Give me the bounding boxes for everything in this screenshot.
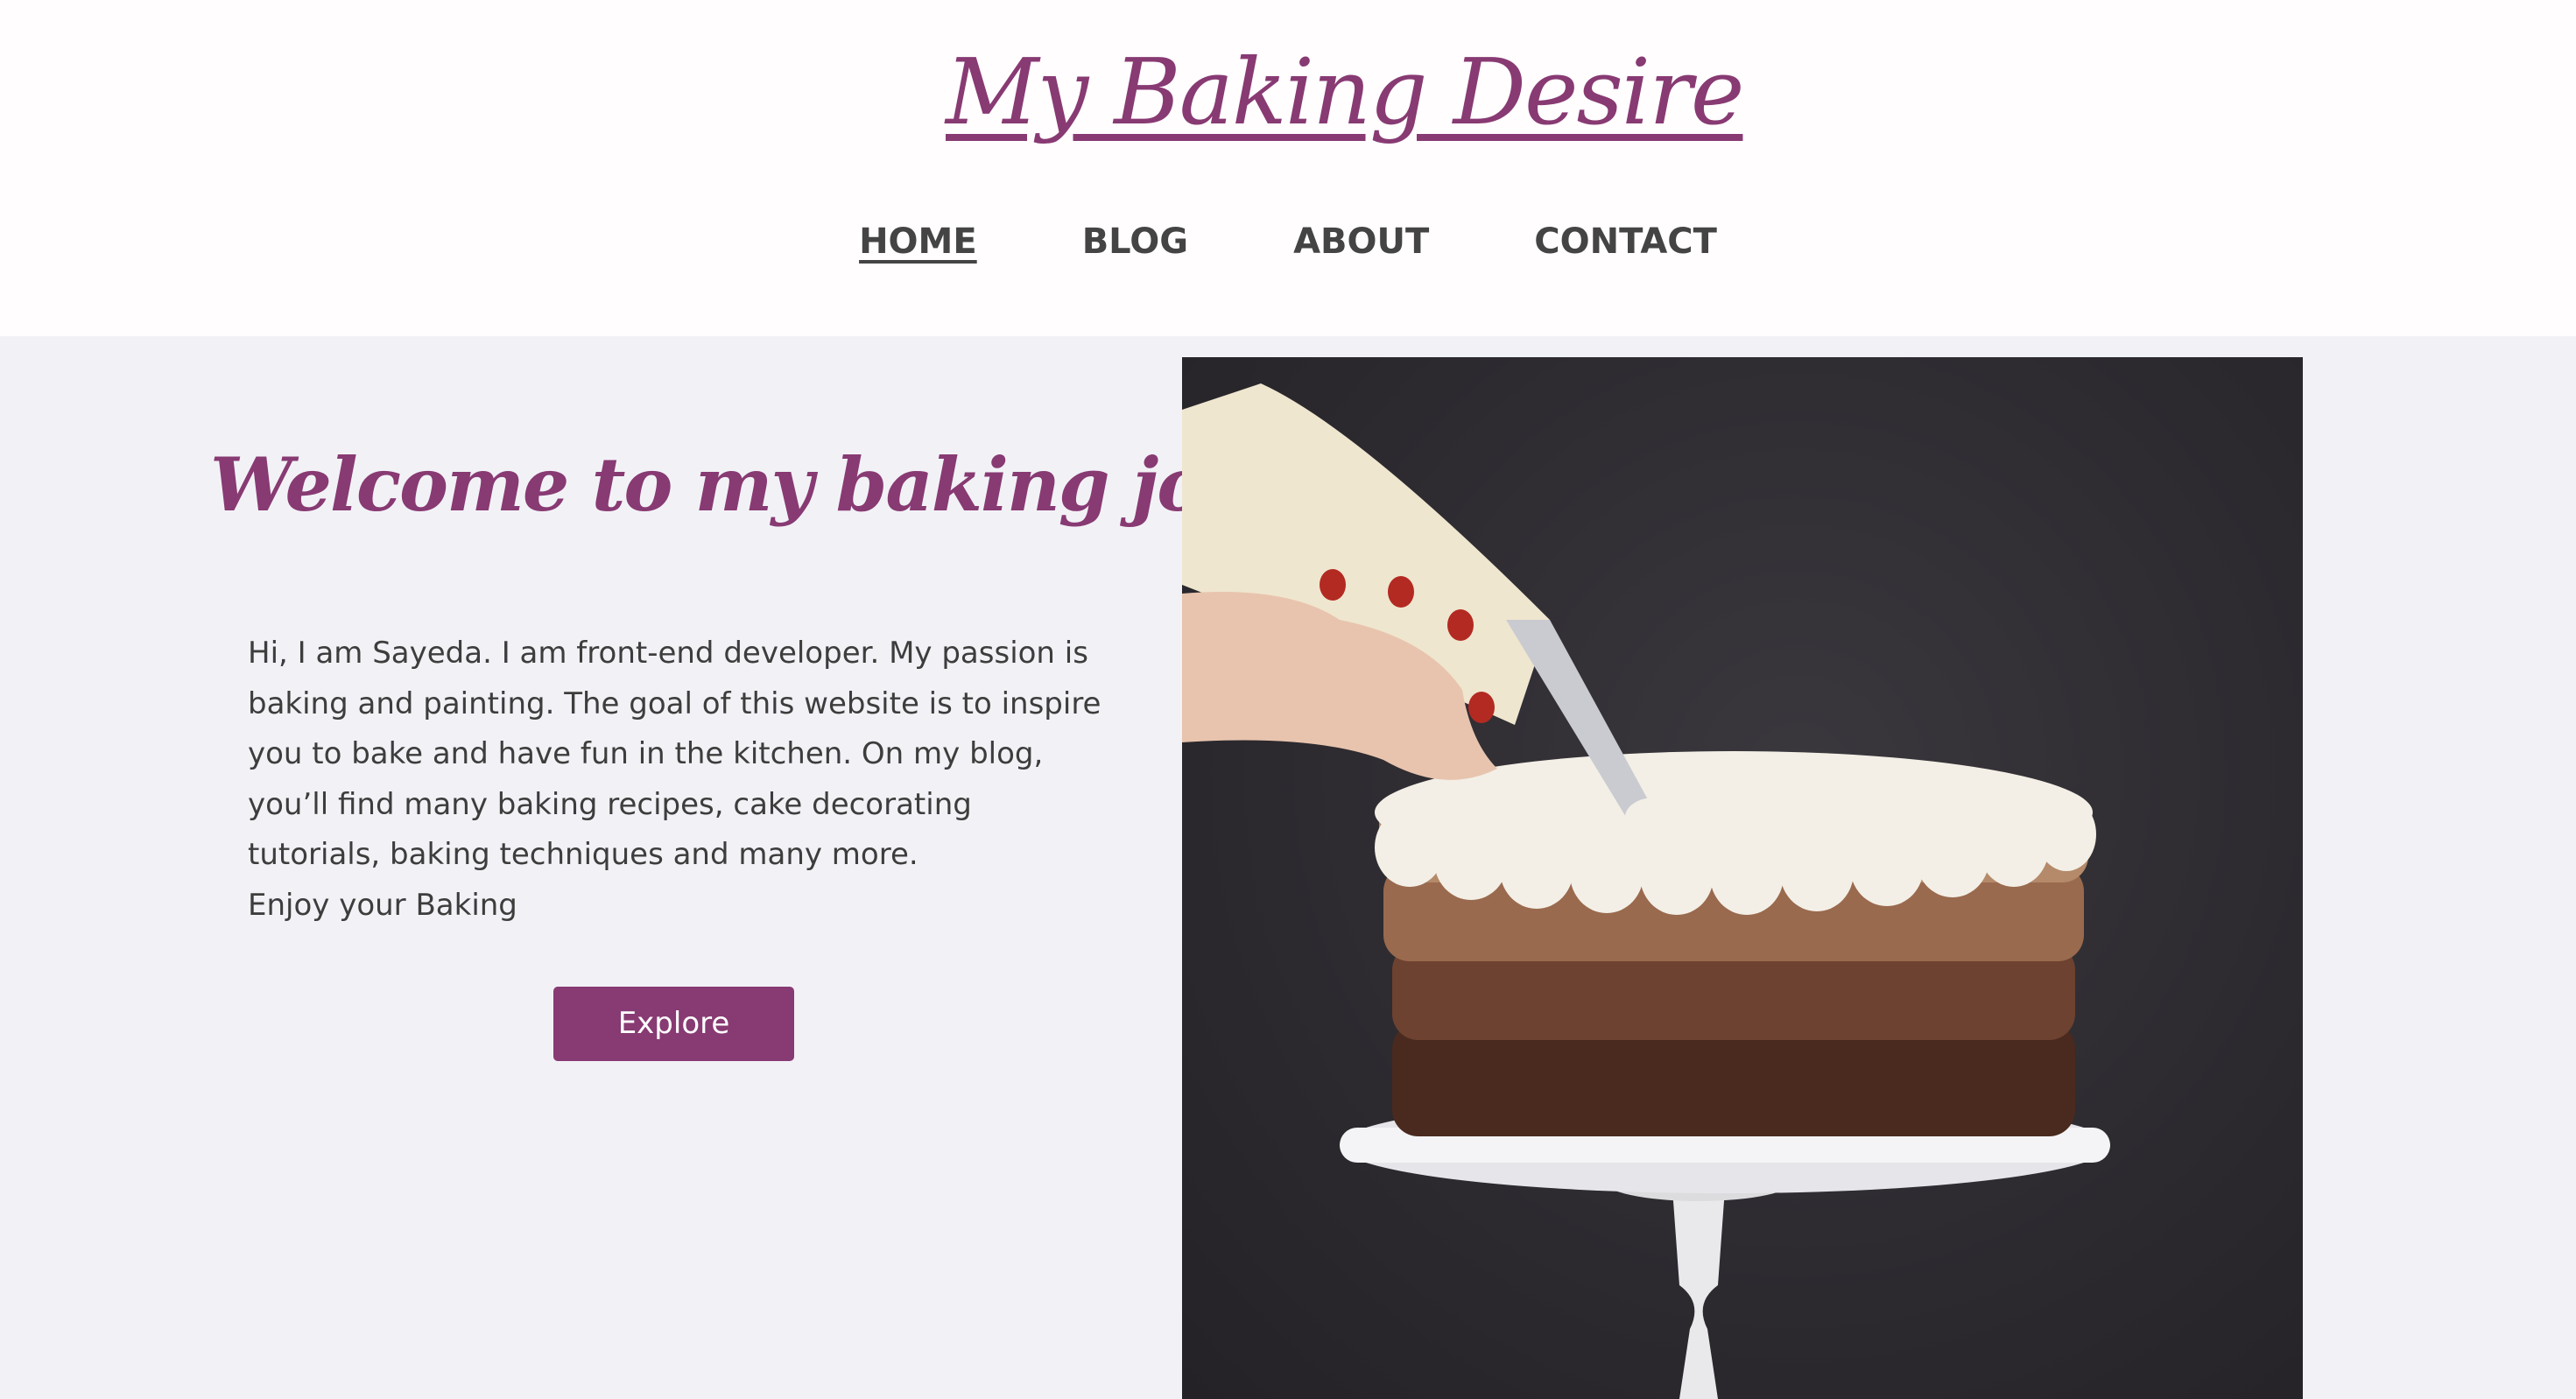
nav-blog[interactable]: BLOG — [1082, 214, 1188, 270]
nav-contact[interactable]: CONTACT — [1534, 214, 1717, 270]
main-nav: HOME BLOG ABOUT CONTACT — [0, 214, 2576, 270]
hero-section: Welcome to my baking journal Hi, I am Sa… — [0, 336, 2576, 1399]
intro-line: baking and painting. The goal of this we… — [248, 685, 1101, 721]
cake-stand — [1340, 1097, 2110, 1399]
nav-about[interactable]: ABOUT — [1293, 214, 1429, 270]
hero-intro: Hi, I am Sayeda. I am front-end develope… — [248, 629, 1123, 931]
explore-button[interactable]: Explore — [553, 987, 794, 1061]
cake-photo — [1182, 357, 2303, 1399]
intro-line: you’ll find many baking recipes, cake de… — [248, 786, 972, 822]
intro-line: Hi, I am Sayeda. I am front-end develope… — [248, 636, 1088, 671]
nav-home[interactable]: HOME — [859, 214, 977, 270]
intro-line: Enjoy your Baking — [248, 887, 517, 923]
cake-illustration — [1182, 383, 2110, 1399]
intro-line: you to bake and have fun in the kitchen.… — [248, 736, 1044, 771]
site-header: My Baking Desire HOME BLOG ABOUT CONTACT — [0, 0, 2576, 336]
hero-heading: Welcome to my baking journal — [210, 441, 1418, 528]
intro-line: tutorials, baking techniques and many mo… — [248, 837, 918, 872]
site-logo[interactable]: My Baking Desire — [946, 26, 1744, 158]
